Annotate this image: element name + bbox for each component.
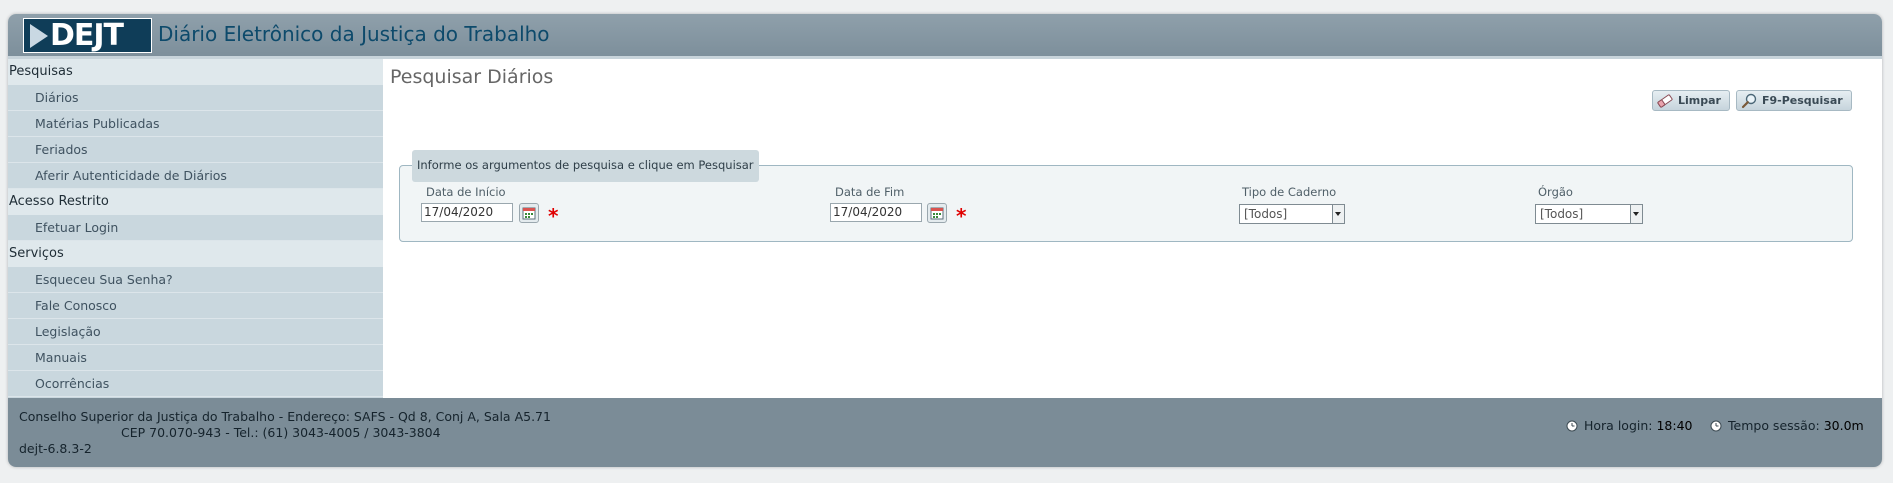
notebook-type-select[interactable]: [Todos] [1239, 204, 1345, 224]
calendar-icon [930, 207, 944, 220]
sidebar-item-legislacao[interactable]: Legislação [8, 319, 383, 345]
notebook-type-label: Tipo de Caderno [1242, 185, 1337, 199]
end-date-required-mark: * [956, 204, 967, 228]
session-time-value: 30.0m [1823, 418, 1864, 433]
clear-button-label: Limpar [1678, 94, 1721, 107]
sidebar-item-feriados[interactable]: Feriados [8, 137, 383, 163]
app-version: dejt-6.8.3-2 [19, 441, 92, 456]
sidebar-section-servicos: Serviços [8, 241, 383, 267]
calendar-icon [522, 207, 536, 220]
sidebar-item-materias-publicadas[interactable]: Matérias Publicadas [8, 111, 383, 137]
sidebar-item-ocorrencias[interactable]: Ocorrências [8, 371, 383, 397]
page-title: Pesquisar Diários [390, 66, 554, 88]
sidebar: Pesquisas Diários Matérias Publicadas Fe… [8, 59, 383, 398]
chevron-down-icon [1332, 205, 1344, 223]
sidebar-section-acesso-restrito: Acesso Restrito [8, 189, 383, 215]
end-date-input[interactable]: 17/04/2020 [830, 203, 922, 222]
sidebar-item-diarios[interactable]: Diários [8, 85, 383, 111]
magnifier-icon [1741, 93, 1757, 108]
login-time-label: Hora login: [1584, 418, 1653, 433]
start-date-label: Data de Início [426, 185, 506, 199]
session-time-label: Tempo sessão: [1728, 418, 1820, 433]
main-content: Pesquisar Diários Limpar F9-Pesquisar In… [384, 59, 1882, 398]
clock-icon [1566, 420, 1578, 431]
eraser-icon [1657, 93, 1673, 108]
sidebar-item-manuais[interactable]: Manuais [8, 345, 383, 371]
clock-icon [1710, 420, 1722, 431]
sidebar-item-esqueceu-senha[interactable]: Esqueceu Sua Senha? [8, 267, 383, 293]
session-time: Tempo sessão: 30.0m [1710, 418, 1864, 433]
organ-value: [Todos] [1540, 207, 1584, 221]
start-date-required-mark: * [548, 204, 559, 228]
logo-text: DEJT [50, 18, 124, 53]
notebook-type-value: [Todos] [1244, 207, 1288, 221]
sidebar-item-aferir-autenticidade[interactable]: Aferir Autenticidade de Diários [8, 163, 383, 189]
footer-address: Conselho Superior da Justiça do Trabalho… [19, 409, 551, 424]
footer: Conselho Superior da Justiça do Trabalho… [8, 398, 1882, 467]
search-button-label: F9-Pesquisar [1762, 94, 1843, 107]
login-time: Hora login: 18:40 [1566, 418, 1693, 433]
logo-arrow-icon [30, 23, 48, 48]
dejt-logo[interactable]: DEJT [23, 18, 152, 53]
end-date-label: Data de Fim [835, 185, 905, 199]
sidebar-item-fale-conosco[interactable]: Fale Conosco [8, 293, 383, 319]
app-window: DEJT Diário Eletrônico da Justiça do Tra… [8, 14, 1882, 467]
sidebar-section-pesquisas: Pesquisas [8, 59, 383, 85]
app-title: Diário Eletrônico da Justiça do Trabalho [158, 22, 550, 46]
search-button[interactable]: F9-Pesquisar [1736, 90, 1852, 111]
sidebar-item-efetuar-login[interactable]: Efetuar Login [8, 215, 383, 241]
search-form-legend: Informe os argumentos de pesquisa e cliq… [412, 150, 759, 182]
clear-button[interactable]: Limpar [1652, 90, 1730, 111]
end-date-calendar-button[interactable] [927, 203, 947, 223]
organ-label: Órgão [1538, 185, 1573, 199]
organ-select[interactable]: [Todos] [1535, 204, 1643, 224]
start-date-calendar-button[interactable] [519, 203, 539, 223]
footer-contact: CEP 70.070-943 - Tel.: (61) 3043-4005 / … [121, 425, 441, 440]
chevron-down-icon [1630, 205, 1642, 223]
start-date-input[interactable]: 17/04/2020 [421, 203, 513, 222]
login-time-value: 18:40 [1656, 418, 1693, 433]
header-bar: DEJT Diário Eletrônico da Justiça do Tra… [8, 14, 1882, 59]
